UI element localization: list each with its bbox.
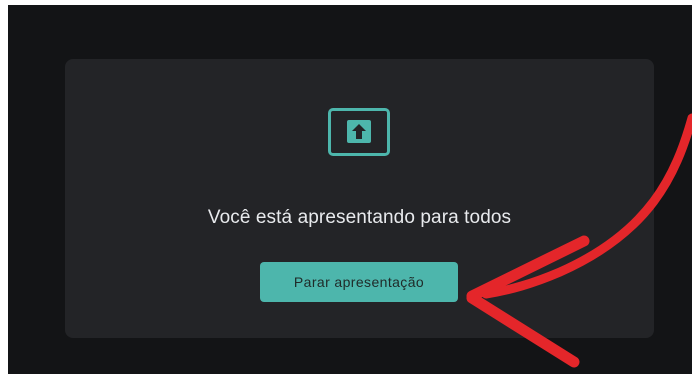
- screenshot-stage: Você está apresentando para todos Parar …: [0, 0, 692, 374]
- red-curved-arrow-icon: [466, 113, 692, 368]
